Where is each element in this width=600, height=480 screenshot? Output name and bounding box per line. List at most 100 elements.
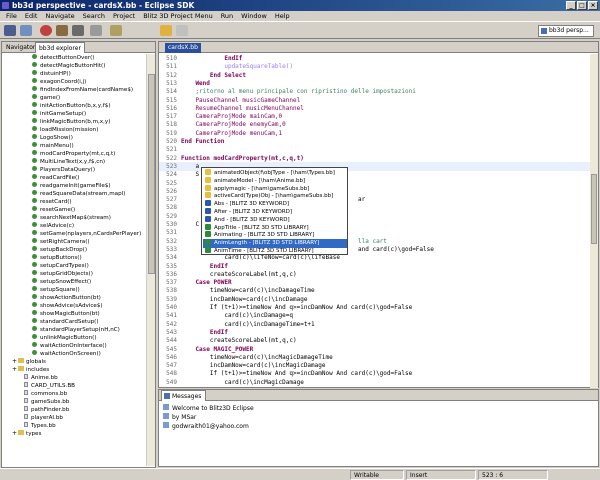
tree-function-item[interactable]: setupGridObjects() xyxy=(32,270,93,278)
variable-icon xyxy=(205,184,211,191)
menu-edit[interactable]: Edit xyxy=(21,11,42,21)
tree-file-item[interactable]: pathFinder.bb xyxy=(24,406,69,414)
autocomplete-item-label: animateModel - [\ham\Anime.bb] xyxy=(214,177,306,184)
build-icon[interactable] xyxy=(40,25,52,36)
tree-file-item[interactable]: Anime.bb xyxy=(24,374,58,382)
tree-file-item[interactable]: playerAI.bb xyxy=(24,414,63,422)
tree-function-item[interactable]: initGameSetup() xyxy=(32,110,86,118)
menu-blitz3d-project[interactable]: Blitz 3D Project Menu xyxy=(139,11,216,21)
editor-scroll-thumb[interactable] xyxy=(591,174,597,244)
tree-function-item[interactable]: game() xyxy=(32,94,60,102)
tree-function-item[interactable]: linkMagicButton(b,m,x,y) xyxy=(32,118,110,126)
tree-function-item[interactable]: findIndexFromName(cardName$) xyxy=(32,86,133,94)
tab-messages[interactable]: Messages xyxy=(161,390,207,401)
hand-icon[interactable] xyxy=(90,25,102,36)
code-text: EndIf xyxy=(181,328,228,336)
tree-function-item[interactable]: LogoShow() xyxy=(32,134,73,142)
tree-function-item[interactable]: MultiLineText(x,y,f$,cn) xyxy=(32,158,105,166)
tree-function-item[interactable]: loadMission(mission) xyxy=(32,126,98,134)
tree-function-item[interactable]: mainMenu() xyxy=(32,142,74,150)
message-text: by MSar xyxy=(172,414,197,421)
tree-file-item[interactable]: CARD_UTILS.BB xyxy=(24,382,75,390)
tab-navigator[interactable]: Navigator xyxy=(3,42,38,53)
tree-file-item[interactable]: gameSubs.bb xyxy=(24,398,69,406)
tree-folder-types[interactable]: + types xyxy=(12,430,41,438)
perspective-tab[interactable]: bb3d persp... xyxy=(538,25,594,37)
tree-file-item[interactable]: commons.bb xyxy=(24,390,67,398)
code-text: CameraProjMode mainCam,0 xyxy=(181,113,283,121)
explorer-scroll-thumb[interactable] xyxy=(148,74,155,274)
minimize-button[interactable]: _ xyxy=(566,1,576,10)
tree-function-item[interactable]: initActionButton(b,x,y,f$) xyxy=(32,102,111,110)
brush-icon[interactable] xyxy=(56,25,68,36)
tree-function-item[interactable]: readCardFile() xyxy=(32,174,79,182)
info-icon xyxy=(163,413,169,419)
menu-search[interactable]: Search xyxy=(79,11,109,21)
tree-function-item[interactable]: setupSnowEffect() xyxy=(32,278,91,286)
explorer-scrollbar[interactable] xyxy=(146,54,155,466)
menu-file[interactable]: File xyxy=(2,11,21,21)
autocomplete-item[interactable]: AnimTime - [BLITZ 3D STD LIBRARY] xyxy=(203,247,347,254)
function-icon xyxy=(32,286,37,291)
tree-function-item[interactable]: standardCardSetup() xyxy=(32,318,99,326)
back-icon[interactable] xyxy=(176,25,188,36)
code-text: updateSquareTable() xyxy=(181,63,293,71)
menu-project[interactable]: Project xyxy=(109,11,139,21)
tree-function-item[interactable]: setupButtons() xyxy=(32,254,82,262)
tree-function-item[interactable]: showActionButton(bt) xyxy=(32,294,101,302)
tab-bb3d-explorer[interactable]: bb3d explorer xyxy=(35,42,85,53)
menu-run[interactable]: Run xyxy=(217,11,237,21)
close-button[interactable]: × xyxy=(588,1,598,10)
tree-function-item[interactable]: resetGame() xyxy=(32,206,75,214)
tree-item-label: setGame(nplayers,nCardsPerPlayer) xyxy=(40,231,142,237)
variable-icon xyxy=(205,176,211,183)
tree-function-item[interactable]: showAdvice(sAdvice$) xyxy=(32,302,103,310)
save-icon[interactable] xyxy=(20,25,32,36)
maximize-button[interactable]: □ xyxy=(577,1,587,10)
code-line: 549 card(c)\incMagicDamage xyxy=(159,378,591,387)
tree-folder-globals[interactable]: + globals xyxy=(12,358,46,366)
tree-function-item[interactable]: setGame(nplayers,nCardsPerPlayer) xyxy=(32,230,141,238)
tree-function-item[interactable]: readgameInit(gameFile$) xyxy=(32,182,111,190)
tree-function-item[interactable]: exagonCoord(i,j) xyxy=(32,78,86,86)
tree-function-item[interactable]: detectMagicButtonHit() xyxy=(32,62,105,70)
tree-function-item[interactable]: selAdvice(c) xyxy=(32,222,74,230)
tree-function-item[interactable]: detectButtonOver() xyxy=(32,54,94,62)
tool-icon[interactable] xyxy=(72,25,84,36)
forward-icon[interactable] xyxy=(160,25,172,36)
tree-function-item[interactable]: searchNextMap$(stream) xyxy=(32,214,111,222)
tree-function-item[interactable]: waitActionOnScreen() xyxy=(32,350,101,358)
tree-function-item[interactable]: readSquareData(stream,mapl) xyxy=(32,190,125,198)
autocomplete-item-label: animatedObject(f\objType - [\ham\Types.b… xyxy=(214,170,335,176)
eclipse-app-icon xyxy=(2,2,9,9)
tab-cardsx-bb[interactable]: cardsX.bb xyxy=(165,43,201,53)
autocomplete-item-label: Abs - [BLITZ 3D KEYWORD] xyxy=(214,201,289,208)
function-icon xyxy=(32,214,37,219)
tree-item-label: waitActionOnScreen() xyxy=(40,351,101,357)
new-icon[interactable] xyxy=(4,25,16,36)
tree-function-item[interactable]: distuinHP() xyxy=(32,70,71,78)
link-icon[interactable] xyxy=(110,25,122,36)
menu-help[interactable]: Help xyxy=(271,11,294,21)
tree-function-item[interactable]: setupSquare() xyxy=(32,286,80,294)
tree-item-label: searchNextMap$(stream) xyxy=(40,215,111,221)
tree-folder-includes[interactable]: + includes xyxy=(12,366,49,374)
tree-function-item[interactable]: setRightCamera() xyxy=(32,238,90,246)
editor-scrollbar[interactable] xyxy=(590,54,598,388)
tree-function-item[interactable]: setupCardTypes() xyxy=(32,262,89,270)
line-number: 549 xyxy=(166,378,177,386)
tree-function-item[interactable]: waitActionOnInterface() xyxy=(32,342,107,350)
code-text: card(c)\incMagicDamage xyxy=(181,378,304,386)
tree-function-item[interactable]: showMagicButton(bt) xyxy=(32,310,100,318)
tree-function-item[interactable]: standardPlayerSetup(nH,nC) xyxy=(32,326,120,334)
tree-function-item[interactable]: setupBackDrop() xyxy=(32,246,87,254)
function-icon xyxy=(32,102,37,107)
menu-window[interactable]: Window xyxy=(237,11,271,21)
tree-function-item[interactable]: resetCard() xyxy=(32,198,72,206)
tree-file-item[interactable]: Types.bb xyxy=(24,422,56,430)
tree-function-item[interactable]: modCardProperty(mt,c,q,t) xyxy=(32,150,115,158)
tree-function-item[interactable]: unlinkMagicButton() xyxy=(32,334,97,342)
function-icon xyxy=(32,198,37,203)
menu-navigate[interactable]: Navigate xyxy=(41,11,78,21)
tree-function-item[interactable]: PlayersDataQuery() xyxy=(32,166,95,174)
